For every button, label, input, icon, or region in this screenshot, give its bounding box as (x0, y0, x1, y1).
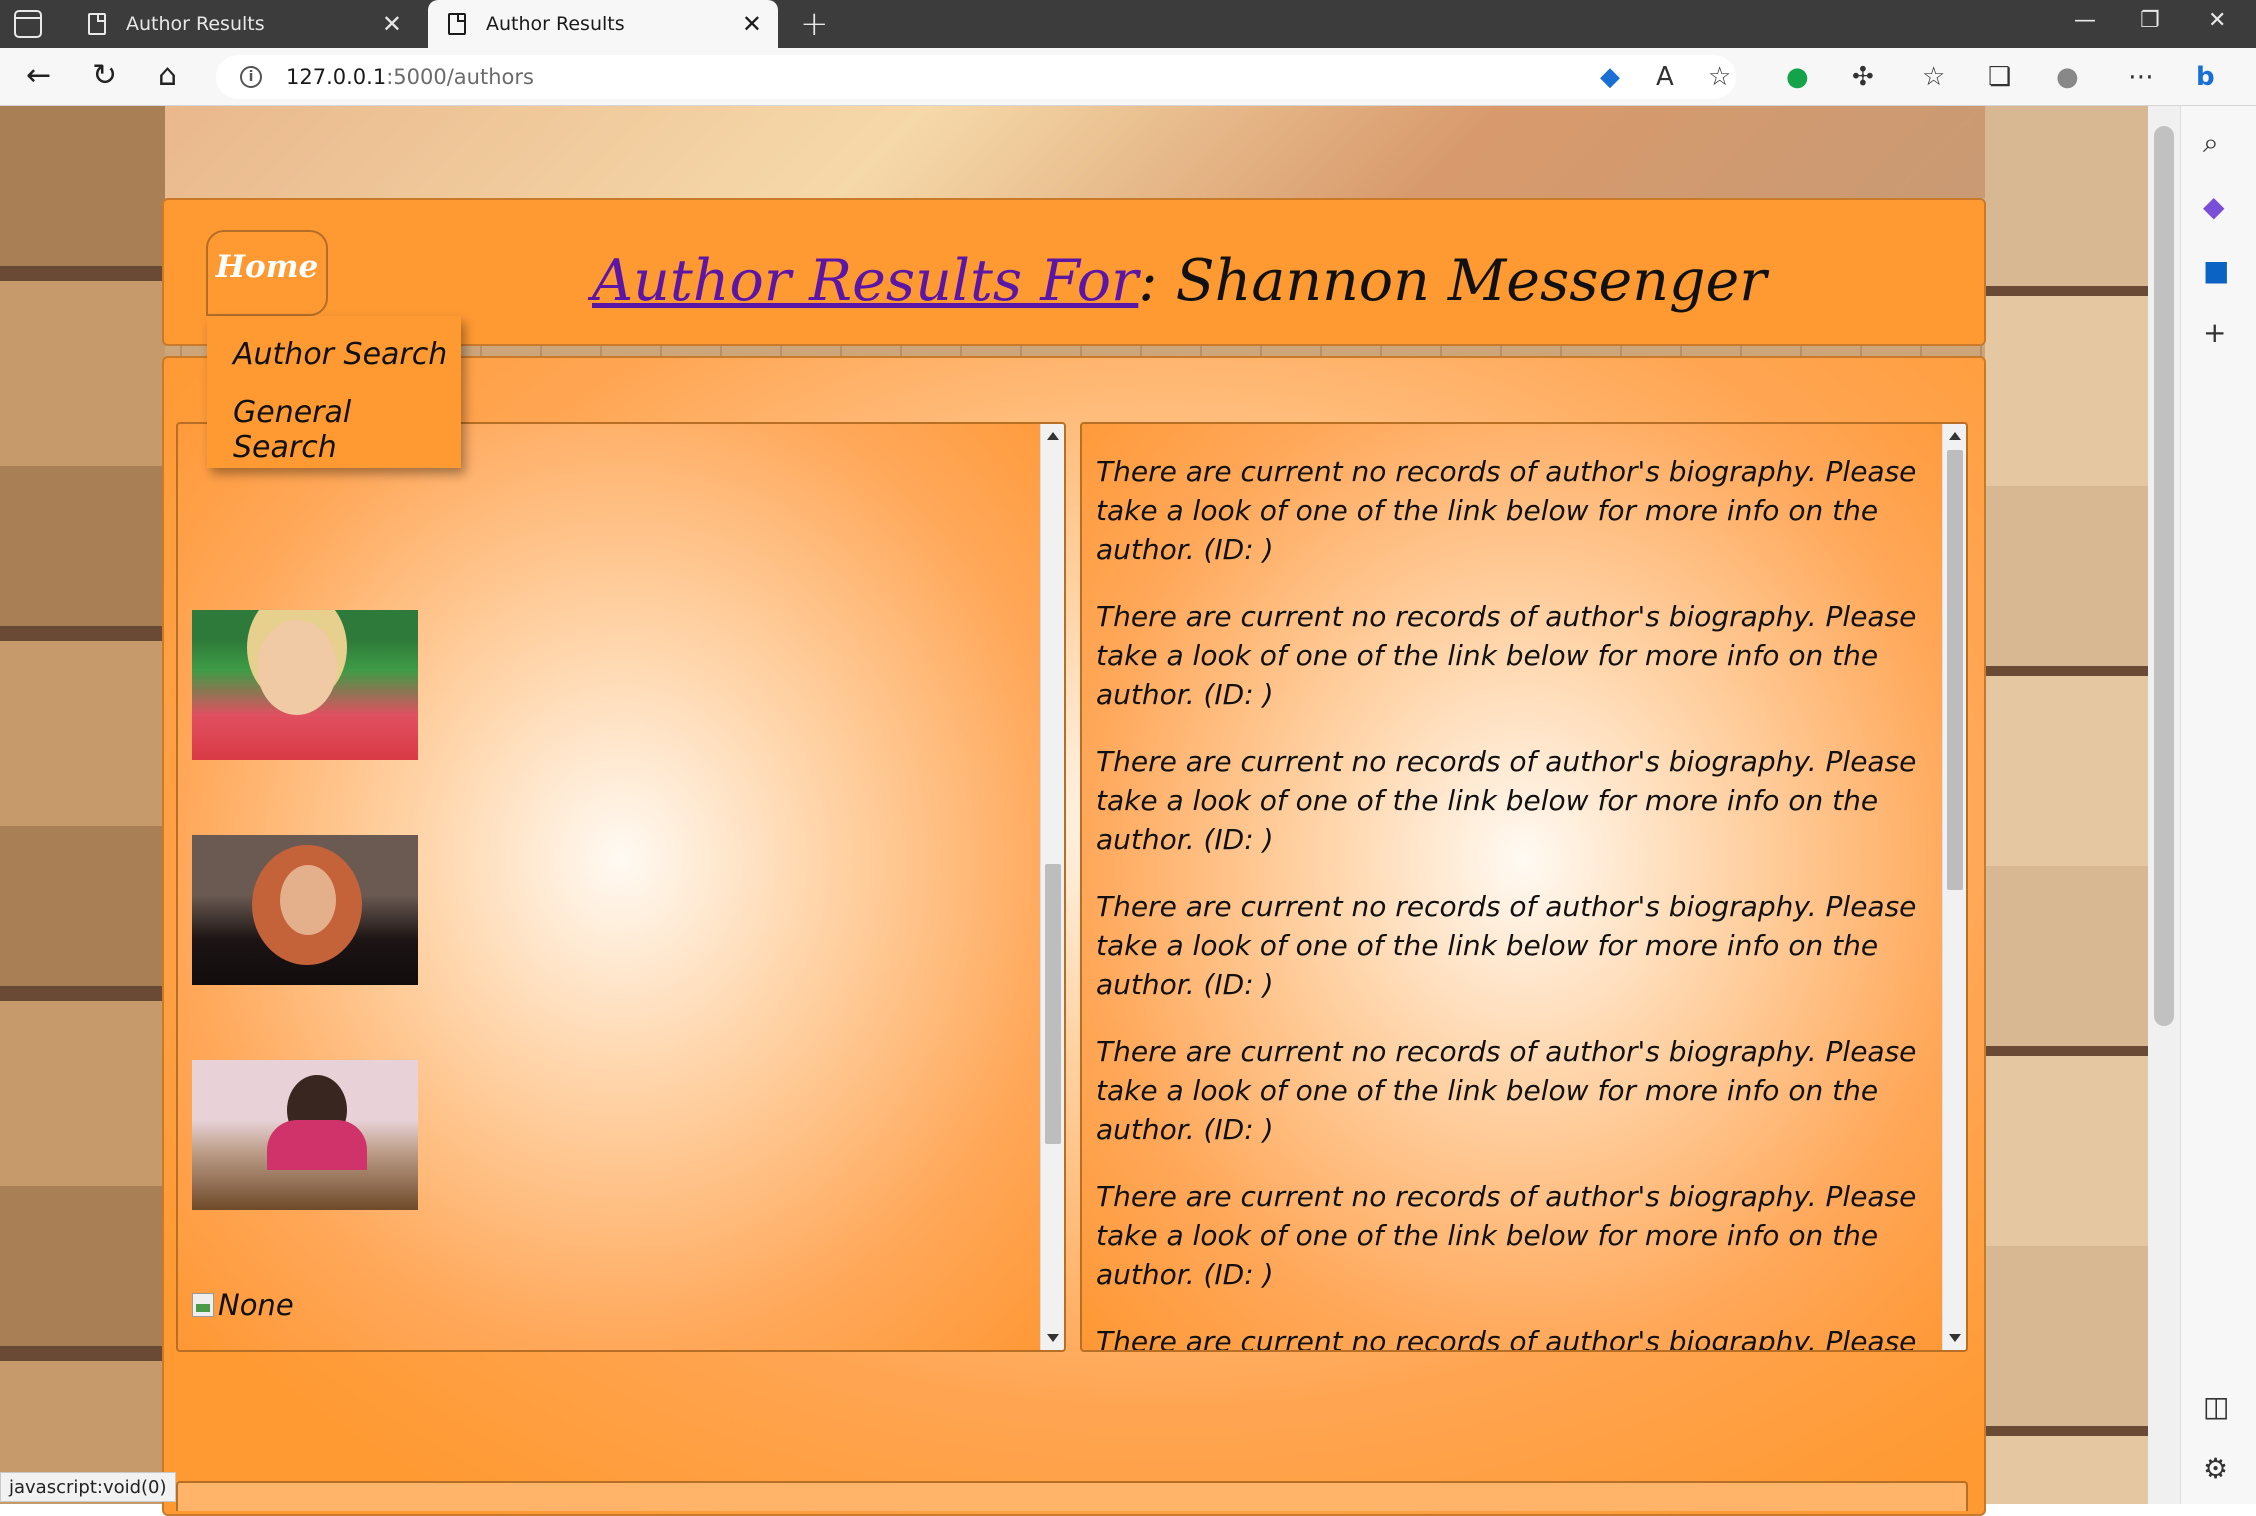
author-results-link[interactable]: Author Results For (592, 248, 1138, 314)
image-alt-text: None (218, 1288, 294, 1322)
page-icon (448, 13, 466, 35)
broken-image-icon (192, 1293, 214, 1317)
images-scrollbar[interactable] (1040, 424, 1064, 1350)
biography-entry: There are current no records of author's… (1096, 1180, 1917, 1291)
menu-item-author-search[interactable]: Author Search (207, 316, 461, 392)
tab-title: Author Results (126, 13, 265, 35)
close-window-button[interactable]: ✕ (2208, 8, 2226, 33)
biography-entry: There are current no records of author's… (1096, 455, 1917, 566)
biography-list: There are current no records of author's… (1096, 452, 1930, 1352)
shopping-tag-icon[interactable]: ◆ (1600, 62, 1620, 92)
url-input[interactable]: i 127.0.0.1:5000/authors (216, 55, 1736, 99)
tab-author-results-1[interactable]: Author Results ✕ (68, 0, 418, 48)
profile-avatar-icon[interactable]: ● (2056, 62, 2079, 92)
menu-item-general-search[interactable]: General Search (207, 392, 461, 468)
add-favorite-icon[interactable]: ☆ (1708, 62, 1731, 92)
restore-button[interactable]: ❐ (2140, 8, 2160, 33)
settings-gear-icon[interactable]: ⚙ (2203, 1452, 2228, 1485)
author-images-box[interactable]: None (176, 422, 1066, 1352)
background-art (0, 106, 165, 1504)
bing-copilot-icon[interactable]: b (2196, 62, 2215, 92)
browser-tab-bar: Author Results ✕ Author Results ✕ + — ❐ … (0, 0, 2256, 48)
favorites-icon[interactable]: ☆ (1922, 62, 1945, 92)
background-art (1985, 106, 2148, 1504)
background-art (165, 106, 1985, 198)
bio-scrollbar[interactable] (1942, 424, 1966, 1350)
add-sidebar-app-icon[interactable]: + (2203, 316, 2226, 349)
tab-author-results-2[interactable]: Author Results ✕ (428, 0, 778, 48)
url-host: 127.0.0.1 (286, 65, 387, 89)
biography-entry: There are current no records of author's… (1096, 890, 1917, 1001)
refresh-icon[interactable]: ↻ (92, 58, 117, 93)
scroll-up-arrow-icon[interactable] (1047, 432, 1059, 440)
url-path: :5000/authors (386, 65, 534, 89)
author-photo (192, 610, 418, 760)
images-scrollbar-thumb[interactable] (1045, 864, 1061, 1144)
scroll-down-arrow-icon[interactable] (1949, 1334, 1961, 1342)
page-title: Author Results For: Shannon Messenger (592, 248, 1766, 314)
address-bar-row: ← ↻ ⌂ i 127.0.0.1:5000/authors ◆ A ☆ ● ✣… (0, 48, 2256, 106)
author-photo (192, 835, 418, 985)
site-info-icon[interactable]: i (240, 66, 262, 88)
scroll-down-arrow-icon[interactable] (1047, 1334, 1059, 1342)
author-bio-box[interactable]: There are current no records of author's… (1080, 422, 1968, 1352)
scroll-up-arrow-icon[interactable] (1949, 432, 1961, 440)
lower-results-box[interactable] (176, 1481, 1968, 1511)
bio-scrollbar-thumb[interactable] (1947, 450, 1963, 890)
home-button[interactable]: Home (206, 230, 328, 316)
page-icon (88, 13, 106, 35)
status-bar-link-preview: javascript:void(0) (0, 1472, 176, 1502)
biography-entry: There are current no records of author's… (1096, 1325, 1917, 1352)
tab-title: Author Results (486, 13, 625, 35)
close-tab-icon[interactable]: ✕ (382, 12, 402, 36)
extensions-icon[interactable]: ✣ (1852, 62, 1874, 92)
close-tab-icon[interactable]: ✕ (742, 12, 762, 36)
new-tab-button[interactable]: + (800, 4, 829, 44)
biography-entry: There are current no records of author's… (1096, 745, 1917, 856)
author-name: : Shannon Messenger (1138, 248, 1767, 314)
read-aloud-icon[interactable]: A (1656, 62, 1674, 92)
search-icon[interactable]: ⌕ (2203, 126, 2219, 160)
home-dropdown-menu: Author Search General Search (207, 316, 461, 468)
biography-entry: There are current no records of author's… (1096, 1035, 1917, 1146)
biography-entry: There are current no records of author's… (1096, 600, 1917, 711)
author-photo (192, 1060, 418, 1210)
minimize-button[interactable]: — (2074, 8, 2096, 33)
sidebar-layout-icon[interactable]: ◫ (2203, 1390, 2229, 1423)
edge-sidebar: ⌕ ◆ ■ + ◫ ⚙ (2180, 106, 2256, 1504)
more-menu-icon[interactable]: ⋯ (2128, 62, 2154, 92)
outlook-icon[interactable]: ■ (2203, 254, 2229, 287)
page-scrollbar[interactable] (2148, 106, 2180, 1504)
grammarly-icon[interactable]: ● (1786, 62, 1809, 92)
home-icon[interactable]: ⌂ (158, 58, 177, 93)
missing-image: None (192, 1288, 294, 1322)
collections-icon[interactable]: ❏ (1988, 62, 2011, 92)
back-arrow-icon[interactable]: ← (26, 58, 51, 93)
tab-actions-icon[interactable] (14, 10, 42, 38)
page-scrollbar-thumb[interactable] (2154, 126, 2174, 1026)
copilot-icon[interactable]: ◆ (2203, 190, 2225, 223)
